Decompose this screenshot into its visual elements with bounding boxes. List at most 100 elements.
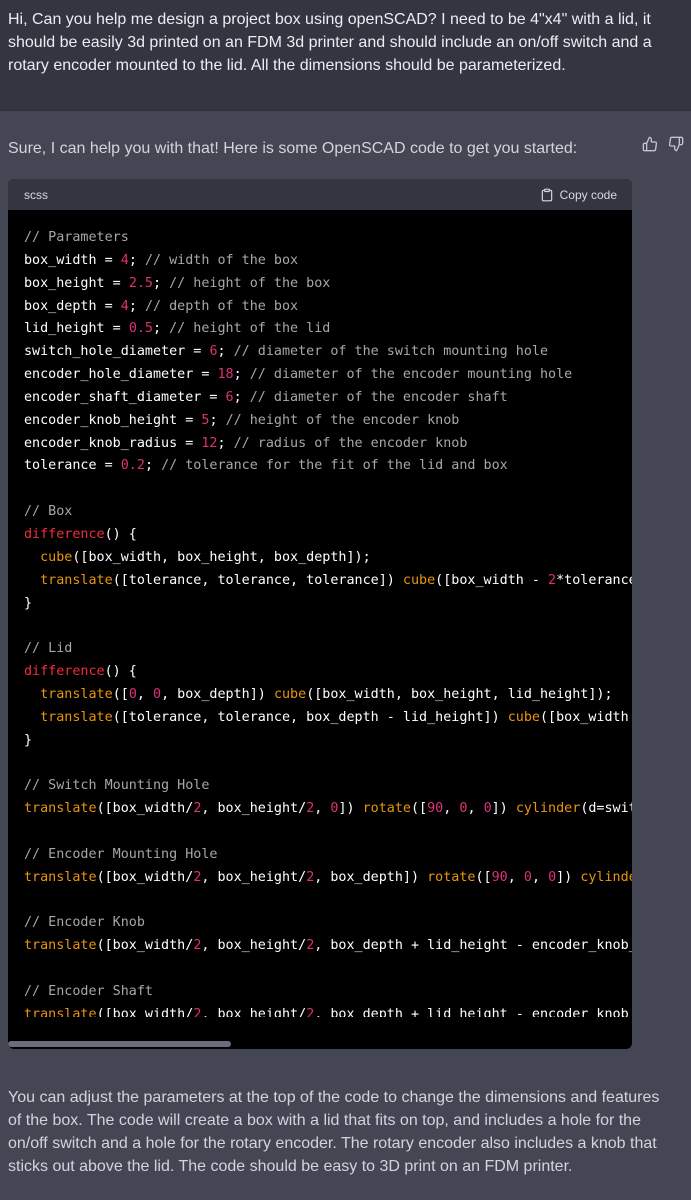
code-token: switch_hole_diameter = bbox=[24, 344, 210, 360]
code-line: // Parameters bbox=[24, 227, 632, 250]
assistant-intro-text: Sure, I can help you with that! Here is … bbox=[8, 140, 578, 157]
code-token: 6 bbox=[209, 344, 218, 360]
thumbs-up-icon[interactable] bbox=[642, 136, 658, 152]
code-token: , box_depth]) bbox=[161, 686, 274, 702]
thumbs-down-icon[interactable] bbox=[668, 136, 684, 152]
assistant-outro-text: You can adjust the parameters at the top… bbox=[8, 1089, 660, 1175]
code-token: , box_height/ bbox=[201, 869, 307, 885]
code-token: ([box_width/ bbox=[96, 1006, 194, 1017]
code-token: , bbox=[507, 869, 524, 885]
scrollbar-thumb[interactable] bbox=[8, 1041, 231, 1047]
code-token: translate bbox=[24, 1006, 97, 1017]
code-token: rotate bbox=[427, 869, 476, 885]
code-line: encoder_hole_diameter = 18; // diameter … bbox=[24, 364, 632, 387]
user-message: Hi, Can you help me design a project box… bbox=[0, 0, 691, 111]
code-header: scss Copy code bbox=[8, 179, 632, 210]
code-token: tolerance = bbox=[24, 458, 121, 474]
code-token: ]) bbox=[338, 801, 363, 817]
code-token: // diameter of the encoder mounting hole bbox=[249, 367, 573, 383]
code-line: } bbox=[24, 593, 632, 616]
code-token: , box_depth + lid_height - encoder_knob_ bbox=[314, 1006, 632, 1017]
code-line: box_width = 4; // width of the box bbox=[24, 250, 632, 273]
code-token: // Encoder Mounting Hole bbox=[24, 846, 218, 862]
code-line: translate([box_width/2, box_height/2, bo… bbox=[24, 1004, 632, 1017]
code-line: box_depth = 4; // depth of the box bbox=[24, 296, 632, 319]
code-token: 2 bbox=[548, 572, 557, 588]
code-line: translate([box_width/2, box_height/2, bo… bbox=[24, 867, 632, 890]
user-message-text: Hi, Can you help me design a project box… bbox=[8, 11, 652, 74]
code-token: 18 bbox=[217, 367, 234, 383]
code-token: cube bbox=[40, 549, 73, 565]
code-token: // height of the encoder knob bbox=[225, 412, 460, 428]
code-token: // diameter of the switch mounting hole bbox=[233, 344, 549, 360]
code-token: ([box_width - bbox=[435, 572, 549, 588]
code-token: , box_depth]) bbox=[314, 869, 428, 885]
code-token: ; bbox=[209, 412, 226, 428]
code-token: , bbox=[467, 801, 484, 817]
code-line: // Box bbox=[24, 501, 632, 524]
code-line: translate([tolerance, tolerance, toleran… bbox=[24, 570, 632, 593]
code-line: box_height = 2.5; // height of the box bbox=[24, 273, 632, 296]
copy-code-button[interactable]: Copy code bbox=[540, 188, 617, 202]
clipboard-icon bbox=[540, 188, 554, 202]
code-token: ; bbox=[233, 389, 250, 405]
code-token: // depth of the box bbox=[144, 298, 299, 314]
code-token: // height of the lid bbox=[169, 321, 331, 337]
code-token: (d=swit bbox=[580, 801, 632, 817]
code-token: , box_height/ bbox=[201, 938, 307, 954]
code-line: // Switch Mounting Hole bbox=[24, 775, 632, 798]
code-token: ([tolerance, tolerance, tolerance]) bbox=[112, 572, 403, 588]
code-token: ([box_width bbox=[539, 709, 629, 725]
code-line: } bbox=[24, 730, 632, 753]
code-token: , box_height/ bbox=[201, 1006, 307, 1017]
code-token: ; bbox=[128, 298, 145, 314]
code-token: 0.2 bbox=[120, 458, 145, 474]
code-token: } bbox=[24, 595, 33, 611]
code-line: cube([box_width, box_height, box_depth])… bbox=[24, 547, 632, 570]
code-token: 2.5 bbox=[128, 275, 153, 291]
code-line: switch_hole_diameter = 6; // diameter of… bbox=[24, 341, 632, 364]
code-line: encoder_knob_radius = 12; // radius of t… bbox=[24, 433, 632, 456]
horizontal-scrollbar[interactable] bbox=[8, 1039, 632, 1049]
code-token: cube bbox=[402, 572, 436, 588]
code-token: // height of the box bbox=[169, 275, 331, 291]
code-token: 90 bbox=[427, 801, 444, 817]
code-token: box_width = bbox=[24, 252, 121, 268]
code-token: 0.5 bbox=[128, 321, 153, 337]
code-content[interactable]: // Parameters box_width = 4; // width of … bbox=[8, 210, 632, 1017]
code-token: 0 bbox=[523, 869, 532, 885]
code-token: // radius of the encoder knob bbox=[233, 435, 468, 451]
code-line: // Encoder Knob bbox=[24, 912, 632, 935]
code-token: // Lid bbox=[24, 641, 73, 657]
code-line: // Encoder Mounting Hole bbox=[24, 844, 632, 867]
code-token: difference bbox=[24, 526, 105, 542]
code-token: // tolerance for the fit of the lid and … bbox=[161, 458, 508, 474]
code-line: translate([box_width/2, box_height/2, bo… bbox=[24, 935, 632, 958]
code-token: encoder_knob_height = bbox=[24, 412, 202, 428]
code-token: rotate bbox=[362, 801, 411, 817]
code-line: tolerance = 0.2; // tolerance for the fi… bbox=[24, 455, 632, 478]
code-token: 6 bbox=[225, 389, 234, 405]
code-token: // Parameters bbox=[24, 230, 129, 245]
code-block: scss Copy code // Parameters box_width = … bbox=[8, 179, 632, 1049]
code-token: ; bbox=[217, 344, 234, 360]
code-token: translate bbox=[24, 938, 97, 954]
code-token: ; bbox=[233, 367, 250, 383]
code-token: () { bbox=[104, 664, 137, 680]
code-token: encoder_hole_diameter = bbox=[24, 367, 218, 383]
code-token: cube bbox=[273, 686, 307, 702]
code-token: cylinder bbox=[515, 801, 581, 817]
code-token: , bbox=[443, 801, 460, 817]
code-token: ; bbox=[153, 275, 170, 291]
code-token: // Box bbox=[24, 504, 73, 520]
code-token: encoder_knob_radius = bbox=[24, 435, 202, 451]
code-token: ([box_width, box_height, box_depth]); bbox=[72, 549, 371, 565]
code-token: lid_height = bbox=[24, 321, 129, 337]
feedback-buttons bbox=[642, 136, 684, 152]
code-token: 0 bbox=[548, 869, 557, 885]
